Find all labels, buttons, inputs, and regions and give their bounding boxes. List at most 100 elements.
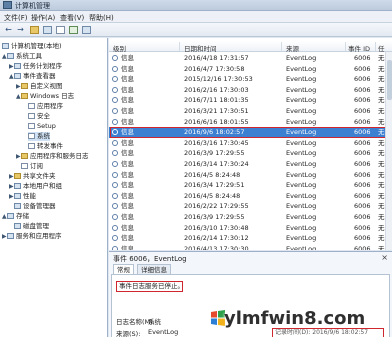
row-source: EventLog bbox=[286, 213, 317, 221]
column-divider[interactable] bbox=[375, 42, 376, 51]
tree-item-storage[interactable]: ▲ 存储 bbox=[2, 212, 29, 221]
tab-details[interactable]: 详细信息 bbox=[137, 264, 171, 274]
table-row[interactable]: 信息 2016/2/22 17:29:55 EventLog 6006 无 bbox=[109, 201, 392, 212]
column-divider[interactable] bbox=[281, 42, 282, 51]
row-datetime: 2016/4/18 17:31:57 bbox=[184, 54, 249, 62]
tree-item-windows-logs[interactable]: ▲ Windows 日志 bbox=[16, 92, 74, 101]
menu-action[interactable]: 操作(A) bbox=[31, 13, 55, 23]
tree-item-local-users-groups[interactable]: ▶ 本地用户和组 bbox=[9, 182, 62, 191]
help-icon[interactable] bbox=[69, 26, 78, 34]
tree-item-security[interactable]: 安全 bbox=[28, 112, 50, 121]
row-datetime: 2016/2/22 17:29:55 bbox=[184, 202, 249, 211]
tree-item-computer-management[interactable]: 计算机管理(本地) bbox=[2, 42, 62, 51]
row-level: 信息 bbox=[121, 170, 134, 179]
table-row[interactable]: 信息 2016/4/18 17:31:57 EventLog 6006 无 bbox=[109, 53, 392, 64]
folder-up-icon[interactable] bbox=[30, 26, 39, 34]
row-source: EventLog bbox=[286, 107, 317, 115]
table-row[interactable]: 信息 2016/2/16 17:30:03 EventLog 6006 无 bbox=[109, 85, 392, 96]
row-datetime: 2016/3/9 17:29:55 bbox=[184, 149, 245, 158]
folder-icon bbox=[21, 93, 28, 99]
table-row[interactable]: 信息 2016/6/16 18:01:55 EventLog 6006 无 bbox=[109, 117, 392, 128]
row-task: 无 bbox=[378, 181, 385, 190]
row-datetime: 2016/4/13 17:30:30 bbox=[184, 244, 249, 250]
column-event-id[interactable]: 事件 ID bbox=[348, 43, 370, 53]
table-row[interactable]: 信息 2016/3/10 17:30:48 EventLog 6006 无 bbox=[109, 223, 392, 234]
tree-item-event-viewer[interactable]: ▲ 事件查看器 bbox=[9, 72, 56, 81]
services-icon bbox=[7, 233, 14, 239]
table-row[interactable]: 信息 2016/3/4 17:29:51 EventLog 6006 无 bbox=[109, 180, 392, 191]
column-task[interactable]: 任 bbox=[378, 43, 385, 53]
tree-item-system-tools[interactable]: ▲ 系统工具 bbox=[2, 52, 42, 61]
table-row[interactable]: 信息 2016/3/9 17:29:55 EventLog 6006 无 bbox=[109, 212, 392, 223]
close-icon[interactable]: × bbox=[381, 253, 388, 262]
row-source: EventLog bbox=[286, 75, 317, 84]
tab-general[interactable]: 常规 bbox=[113, 264, 134, 274]
back-icon[interactable]: ← bbox=[3, 25, 14, 35]
row-task: 无 bbox=[378, 213, 385, 221]
menu-file[interactable]: 文件(F) bbox=[4, 13, 28, 23]
table-row[interactable]: 信息 2016/3/9 17:29:55 EventLog 6006 无 bbox=[109, 148, 392, 159]
folder-icon bbox=[21, 153, 28, 159]
show-hide-tree-icon[interactable] bbox=[43, 26, 52, 34]
table-row[interactable]: 信息 2016/3/16 17:30:45 EventLog 6006 无 bbox=[109, 138, 392, 149]
row-task: 无 bbox=[378, 244, 385, 250]
table-row[interactable]: 信息 2016/4/7 17:30:58 EventLog 6006 无 bbox=[109, 64, 392, 75]
row-task: 无 bbox=[378, 107, 385, 115]
tree-item-services-apps[interactable]: ▶ 服务和应用程序 bbox=[2, 232, 62, 241]
tree-item-setup[interactable]: Setup bbox=[28, 122, 56, 131]
table-row[interactable]: 信息 2016/4/5 8:24:48 EventLog 6006 无 bbox=[109, 170, 392, 181]
tree-item-forwarded-events[interactable]: 转发事件 bbox=[28, 142, 63, 151]
tree-item-disk-management[interactable]: 磁盘管理 bbox=[14, 222, 49, 231]
tree-item-task-scheduler[interactable]: ▶ 任务计划程序 bbox=[9, 62, 62, 71]
column-level[interactable]: 级别 bbox=[113, 43, 126, 53]
row-source: EventLog bbox=[286, 85, 317, 94]
row-task: 无 bbox=[378, 170, 385, 179]
event-detail-title: 事件 6006，EventLog bbox=[113, 255, 187, 263]
row-event-id: 6006 bbox=[354, 170, 371, 179]
row-datetime: 2016/7/11 18:01:35 bbox=[184, 96, 249, 105]
row-datetime: 2016/4/5 8:24:48 bbox=[184, 170, 241, 179]
information-icon bbox=[112, 65, 118, 72]
scrollbar-thumb[interactable] bbox=[387, 60, 392, 100]
table-row[interactable]: 信息 2016/9/6 18:02:57 EventLog 6006 无 bbox=[109, 127, 392, 138]
column-datetime[interactable]: 日期和时间 bbox=[184, 43, 217, 53]
menu-help[interactable]: 帮助(H) bbox=[89, 13, 114, 23]
tree-item-subscriptions[interactable]: 订阅 bbox=[21, 162, 43, 171]
tree-item-system[interactable]: 系统 bbox=[28, 132, 50, 141]
tree-item-device-manager[interactable]: 设备管理器 bbox=[14, 202, 56, 211]
navigation-tree: 计算机管理(本地) ▲ 系统工具 ▶ 任务计划程序 ▲ 事件查看器 ▶ 自定义视图 ▲ W… bbox=[0, 38, 108, 337]
tree-item-application[interactable]: 应用程序 bbox=[28, 102, 63, 111]
menu-view[interactable]: 查看(V) bbox=[60, 13, 84, 23]
disk-icon bbox=[14, 223, 21, 229]
forward-icon[interactable]: → bbox=[15, 25, 26, 35]
row-source: EventLog bbox=[286, 138, 317, 147]
row-source: EventLog bbox=[286, 149, 317, 158]
table-row[interactable]: 信息 2016/7/11 18:01:35 EventLog 6006 无 bbox=[109, 95, 392, 106]
table-row[interactable]: 信息 2016/3/14 17:30:24 EventLog 6006 无 bbox=[109, 159, 392, 170]
row-event-id: 6006 bbox=[354, 75, 371, 84]
vertical-scrollbar[interactable] bbox=[385, 52, 392, 250]
row-source: EventLog bbox=[286, 181, 317, 190]
table-row[interactable]: 信息 2016/4/13 17:30:30 EventLog 6006 无 bbox=[109, 244, 392, 250]
properties-icon[interactable] bbox=[56, 26, 65, 34]
column-source[interactable]: 来源 bbox=[286, 43, 299, 53]
tree-item-performance[interactable]: ▶ 性能 bbox=[9, 192, 36, 201]
tree-item-app-service-logs[interactable]: ▶ 应用程序和服务日志 bbox=[16, 152, 89, 161]
table-row[interactable]: 信息 2016/3/21 17:30:51 EventLog 6006 无 bbox=[109, 106, 392, 117]
row-datetime: 2015/12/16 17:30:53 bbox=[184, 75, 253, 84]
table-row[interactable]: 信息 2016/2/14 17:30:12 EventLog 6006 无 bbox=[109, 233, 392, 244]
row-event-id: 6006 bbox=[354, 149, 371, 158]
table-row[interactable]: 信息 2016/4/5 8:24:48 EventLog 6006 无 bbox=[109, 191, 392, 202]
device-icon bbox=[14, 203, 21, 209]
row-level: 信息 bbox=[121, 191, 134, 200]
row-datetime: 2016/3/14 17:30:24 bbox=[184, 160, 249, 168]
column-divider[interactable] bbox=[345, 42, 346, 51]
row-datetime: 2016/2/14 17:30:12 bbox=[184, 234, 249, 243]
row-event-id: 6006 bbox=[354, 160, 371, 168]
view-icon[interactable] bbox=[82, 26, 91, 34]
tree-item-custom-views[interactable]: ▶ 自定义视图 bbox=[16, 82, 63, 91]
column-divider[interactable] bbox=[179, 42, 180, 51]
row-event-id: 6006 bbox=[354, 213, 371, 221]
table-row[interactable]: 信息 2015/12/16 17:30:53 EventLog 6006 无 bbox=[109, 74, 392, 85]
tree-item-shared-folders[interactable]: ▶ 共享文件夹 bbox=[9, 172, 56, 181]
